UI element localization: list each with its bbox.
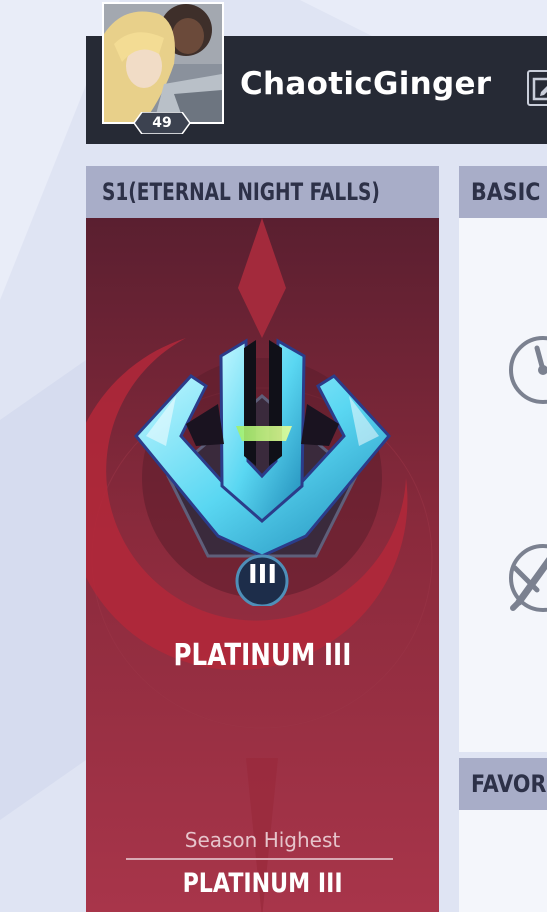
edit-icon — [532, 77, 547, 101]
basic-stats-title: BASIC S — [459, 166, 547, 218]
level-badge: 49 — [134, 112, 190, 134]
divider — [126, 858, 393, 860]
rank-numeral: III — [247, 560, 278, 590]
player-avatar[interactable] — [102, 2, 224, 124]
edit-profile-button[interactable] — [527, 70, 547, 106]
season-title: S1(ETERNAL NIGHT FALLS) — [86, 166, 439, 218]
favorites-title: FAVORIT — [459, 758, 547, 810]
rank-name: PLATINUM III — [173, 638, 352, 673]
level-number: 49 — [152, 115, 172, 131]
basic-stats-panel: BASIC S — [459, 166, 547, 752]
avatar-portrait — [104, 4, 222, 122]
speedometer-icon — [509, 336, 547, 404]
season-highest-value: PLATINUM III — [182, 868, 343, 899]
crossed-sword-icon — [509, 544, 547, 612]
season-rank-panel: S1(ETERNAL NIGHT FALLS) III PLATINUM III… — [86, 166, 439, 912]
season-highest-label: Season Highest — [184, 828, 341, 852]
username: ChaoticGinger — [240, 66, 492, 102]
favorites-panel: FAVORIT — [459, 758, 547, 912]
